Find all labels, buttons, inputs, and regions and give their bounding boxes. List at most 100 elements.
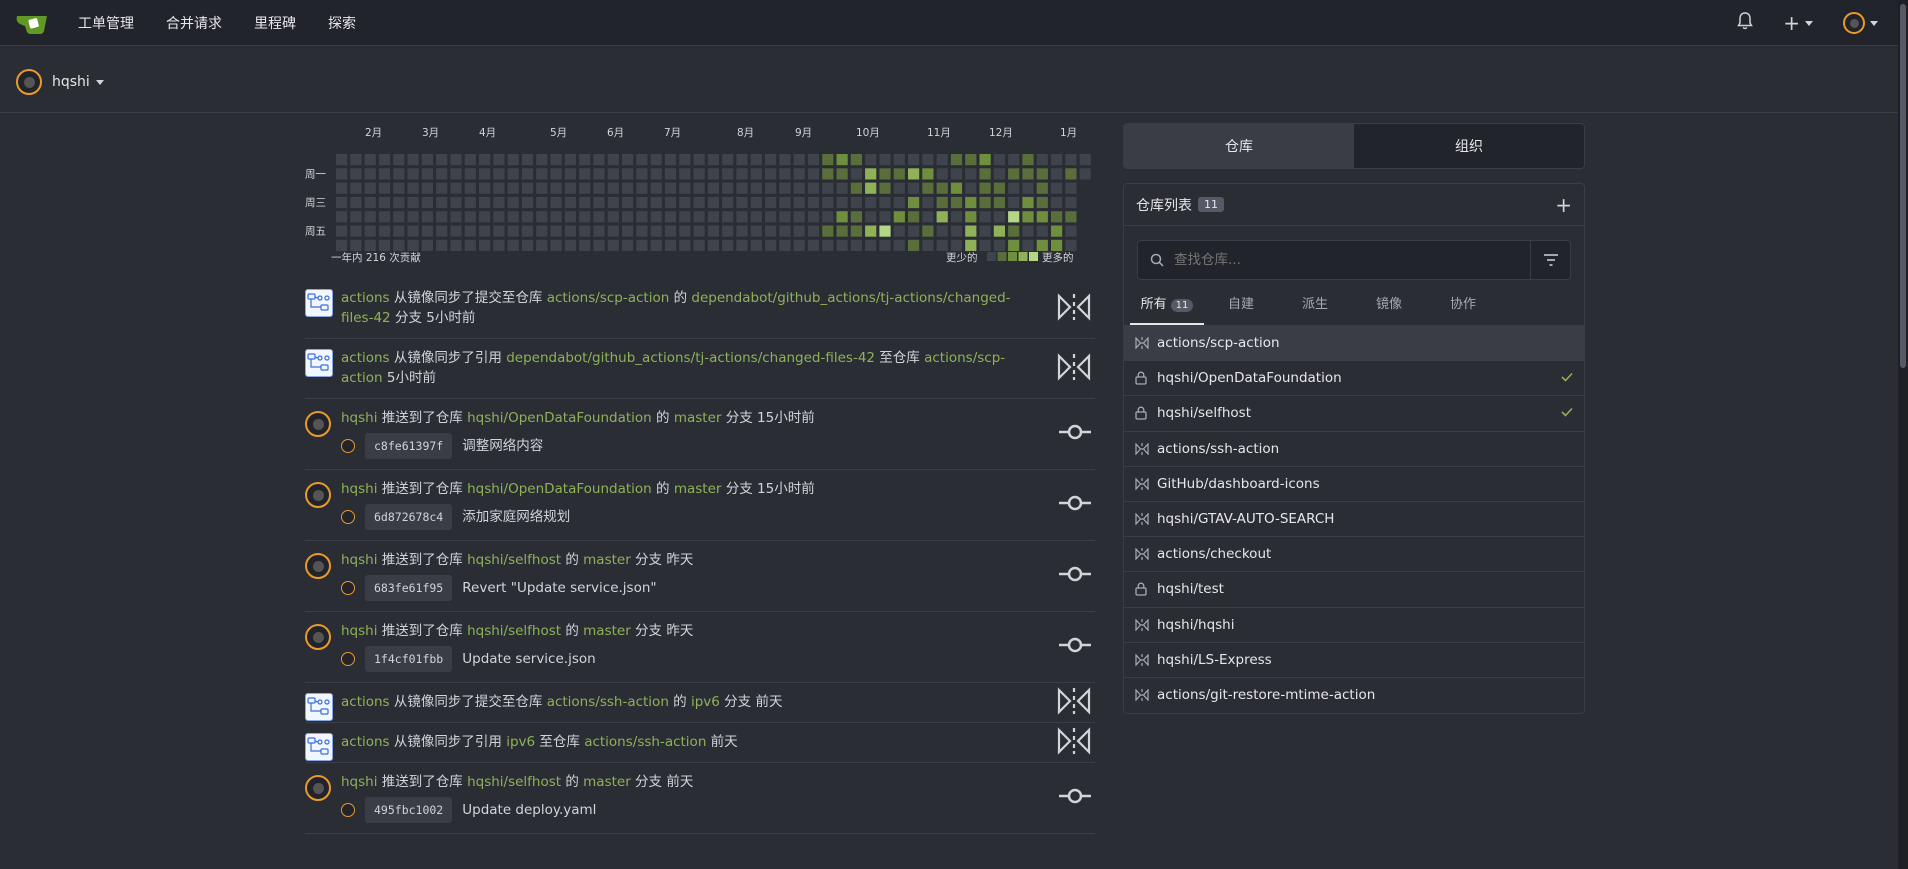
heatmap-cell[interactable]	[765, 196, 777, 209]
heatmap-cell[interactable]	[650, 196, 662, 209]
heatmap-cell[interactable]	[807, 154, 820, 166]
heatmap-cell[interactable]	[336, 239, 348, 251]
heatmap-cell[interactable]	[807, 168, 820, 180]
repo-list-item[interactable]: hqshi/GTAV-AUTO-SEARCH	[1124, 502, 1584, 538]
heatmap-cell[interactable]	[364, 196, 376, 209]
heatmap-cell[interactable]	[908, 154, 920, 166]
heatmap-cell[interactable]	[564, 168, 576, 180]
heatmap-cell[interactable]	[421, 239, 433, 251]
heatmap-cell[interactable]	[350, 168, 362, 180]
heatmap-cell[interactable]	[536, 182, 548, 194]
heatmap-cell[interactable]	[779, 211, 791, 223]
heatmap-cell[interactable]	[536, 196, 548, 209]
heatmap-cell[interactable]	[693, 154, 705, 166]
heatmap-cell[interactable]	[636, 225, 648, 237]
heatmap-cell[interactable]	[822, 239, 834, 251]
heatmap-cell[interactable]	[650, 211, 662, 223]
feed-link[interactable]: actions/ssh-action	[584, 734, 706, 750]
commit-author-avatar[interactable]	[341, 652, 355, 666]
heatmap-cell[interactable]	[636, 182, 648, 194]
heatmap-cell[interactable]	[1051, 239, 1063, 251]
repo-list-item[interactable]: hqshi/test	[1124, 572, 1584, 608]
feed-link[interactable]: master	[674, 410, 722, 426]
heatmap-cell[interactable]	[450, 239, 462, 251]
heatmap-cell[interactable]	[336, 211, 348, 223]
heatmap-cell[interactable]	[579, 239, 591, 251]
actions-bot-avatar[interactable]	[305, 733, 333, 761]
heatmap-cell[interactable]	[779, 182, 791, 194]
heatmap-cell[interactable]	[493, 239, 505, 251]
heatmap-cell[interactable]	[693, 211, 705, 223]
heatmap-cell[interactable]	[364, 239, 376, 251]
heatmap-cell[interactable]	[436, 154, 448, 166]
heatmap-cell[interactable]	[464, 154, 476, 166]
heatmap-cell[interactable]	[922, 168, 934, 180]
feed-link[interactable]: hqshi/OpenDataFoundation	[467, 410, 652, 426]
heatmap-cell[interactable]	[521, 182, 534, 194]
feed-link[interactable]: actions/scp-action	[547, 290, 670, 306]
heatmap-cell[interactable]	[450, 168, 462, 180]
filter-icon[interactable]	[1530, 241, 1570, 279]
heatmap-cell[interactable]	[450, 182, 462, 194]
heatmap-cell[interactable]	[436, 168, 448, 180]
heatmap-cell[interactable]	[364, 225, 376, 237]
heatmap-cell[interactable]	[707, 239, 719, 251]
commit-author-avatar[interactable]	[341, 510, 355, 524]
heatmap-cell[interactable]	[679, 182, 691, 194]
heatmap-cell[interactable]	[536, 211, 548, 223]
heatmap-cell[interactable]	[679, 196, 691, 209]
feed-link[interactable]: hqshi/selfhost	[467, 552, 561, 568]
heatmap-cell[interactable]	[550, 168, 562, 180]
heatmap-cell[interactable]	[536, 154, 548, 166]
commit-sha[interactable]: 1f4cf01fbb	[365, 646, 453, 672]
heatmap-cell[interactable]	[822, 196, 834, 209]
heatmap-cell[interactable]	[979, 211, 991, 223]
heatmap-cell[interactable]	[750, 168, 762, 180]
heatmap-cell[interactable]	[936, 168, 948, 180]
heatmap-cell[interactable]	[1036, 182, 1048, 194]
scrollbar-thumb[interactable]	[1900, 4, 1906, 368]
heatmap-cell[interactable]	[936, 154, 948, 166]
heatmap-cell[interactable]	[493, 154, 505, 166]
heatmap-cell[interactable]	[979, 168, 991, 180]
heatmap-cell[interactable]	[350, 196, 362, 209]
heatmap-cell[interactable]	[950, 211, 963, 223]
heatmap-cell[interactable]	[950, 154, 963, 166]
heatmap-cell[interactable]	[507, 196, 519, 209]
feed-link[interactable]: master	[583, 774, 631, 790]
heatmap-cell[interactable]	[579, 196, 591, 209]
heatmap-cell[interactable]	[850, 154, 862, 166]
heatmap-cell[interactable]	[679, 225, 691, 237]
heatmap-cell[interactable]	[822, 154, 834, 166]
heatmap-cell[interactable]	[865, 239, 877, 251]
heatmap-cell[interactable]	[1008, 182, 1020, 194]
heatmap-cell[interactable]	[793, 182, 805, 194]
heatmap-cell[interactable]	[822, 168, 834, 180]
heatmap-cell[interactable]	[550, 182, 562, 194]
heatmap-cell[interactable]	[650, 239, 662, 251]
heatmap-cell[interactable]	[507, 154, 519, 166]
heatmap-cell[interactable]	[421, 196, 433, 209]
heatmap-cell[interactable]	[664, 182, 677, 194]
heatmap-cell[interactable]	[521, 225, 534, 237]
heatmap-cell[interactable]	[879, 225, 891, 237]
heatmap-cell[interactable]	[421, 225, 433, 237]
heatmap-cell[interactable]	[722, 239, 734, 251]
heatmap-cell[interactable]	[722, 182, 734, 194]
heatmap-cell[interactable]	[736, 182, 748, 194]
heatmap-cell[interactable]	[993, 182, 1005, 194]
filter-tab-mirrors[interactable]: 镜像	[1352, 284, 1426, 325]
filter-tab-all[interactable]: 所有 11	[1130, 284, 1204, 325]
heatmap-cell[interactable]	[922, 225, 934, 237]
heatmap-cell[interactable]	[736, 154, 748, 166]
heatmap-cell[interactable]	[607, 168, 619, 180]
heatmap-cell[interactable]	[393, 154, 405, 166]
heatmap-cell[interactable]	[936, 239, 948, 251]
heatmap-cell[interactable]	[936, 225, 948, 237]
heatmap-cell[interactable]	[564, 211, 576, 223]
heatmap-cell[interactable]	[550, 239, 562, 251]
heatmap-cell[interactable]	[579, 211, 591, 223]
heatmap-cell[interactable]	[850, 196, 862, 209]
heatmap-cell[interactable]	[407, 211, 419, 223]
actions-bot-avatar[interactable]	[305, 349, 333, 377]
